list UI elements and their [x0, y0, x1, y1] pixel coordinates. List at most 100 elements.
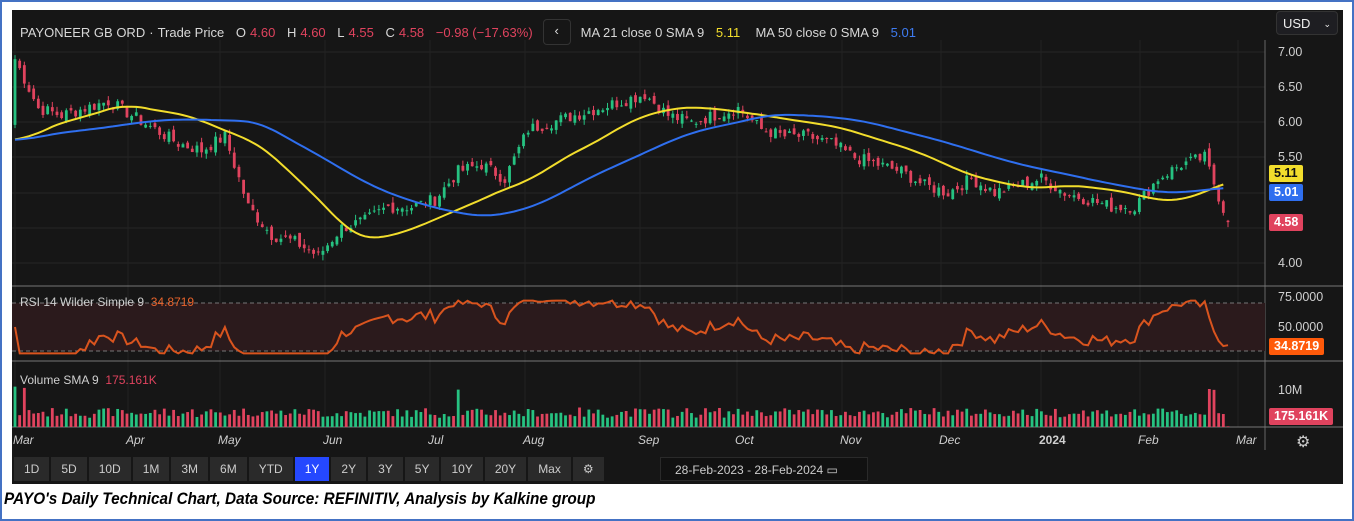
candle	[722, 116, 726, 122]
range-button-5d[interactable]: 5D	[51, 457, 87, 481]
volume-bar	[643, 409, 647, 427]
volume-bar	[344, 411, 348, 427]
range-button-20y[interactable]: 20Y	[484, 457, 527, 481]
volume-bar	[1011, 410, 1015, 427]
range-button-5y[interactable]: 5Y	[404, 457, 440, 481]
volume-bar	[774, 411, 777, 427]
candle	[475, 166, 479, 168]
range-button-1y[interactable]: 1Y	[294, 457, 330, 481]
candle	[596, 110, 600, 116]
volume-bar	[993, 414, 997, 427]
candle	[792, 128, 796, 135]
range-button-3y[interactable]: 3Y	[368, 457, 403, 481]
range-button-3m[interactable]: 3M	[171, 457, 209, 481]
volume-bar	[97, 409, 101, 427]
candle	[284, 235, 287, 237]
volume-bar	[606, 417, 609, 427]
volume-bar	[349, 412, 353, 427]
volume-bar	[1184, 415, 1188, 427]
candle	[1128, 211, 1132, 213]
open-value: 4.60	[250, 24, 276, 40]
volume-bar	[1021, 409, 1025, 427]
volume-bar	[1156, 408, 1160, 427]
candle	[517, 146, 521, 154]
candle	[946, 193, 950, 197]
candle	[531, 123, 535, 132]
collapse-legend-button[interactable]: ‹	[542, 19, 571, 45]
volume-bar	[858, 411, 861, 427]
candle	[844, 146, 847, 151]
ma50-price-tag: 5.01	[1269, 184, 1304, 201]
candle	[223, 131, 227, 144]
range-button-2y[interactable]: 2Y	[331, 457, 367, 481]
volume-bar	[587, 409, 591, 427]
candle	[92, 103, 96, 110]
candle	[1226, 220, 1230, 223]
candle	[1039, 173, 1043, 178]
candle	[769, 129, 773, 137]
volume-bar	[144, 413, 148, 427]
settings-icon[interactable]: ⚙	[1296, 432, 1310, 452]
volume-bar	[223, 415, 227, 427]
candle	[190, 148, 194, 152]
volume-bar	[942, 416, 945, 427]
candle	[120, 100, 124, 104]
candle	[578, 115, 581, 120]
candle	[270, 226, 273, 240]
volume-bar	[27, 410, 31, 427]
candle	[974, 176, 978, 188]
candle	[1058, 189, 1062, 194]
rsi-value-tag: 34.8719	[1269, 338, 1325, 355]
candle	[881, 162, 885, 165]
candle	[582, 115, 586, 120]
volume-bar	[690, 413, 693, 427]
date-range-picker[interactable]: 28-Feb-2023 - 28-Feb-2024 ▭	[660, 457, 868, 481]
volume-bar	[461, 414, 465, 427]
volume-bar	[1072, 413, 1076, 427]
volume-bar	[330, 416, 334, 427]
volume-bar	[200, 414, 204, 427]
volume-bar	[321, 416, 325, 427]
volume-bar	[302, 414, 306, 427]
volume-bar	[564, 415, 567, 427]
candle	[438, 195, 441, 207]
currency-value: USD	[1283, 16, 1311, 31]
volume-bar	[648, 413, 651, 427]
candle	[1161, 177, 1165, 180]
candle	[932, 185, 936, 193]
date-sep: -	[747, 463, 752, 477]
range-button-max[interactable]: Max	[528, 457, 571, 481]
volume-bar	[778, 411, 782, 427]
volume-bar	[246, 414, 250, 427]
volume-bar	[83, 415, 87, 427]
candle	[676, 113, 679, 121]
date-from: 28-Feb-2023	[675, 463, 744, 477]
candle	[652, 95, 656, 104]
range-button-10d[interactable]: 10D	[88, 457, 131, 481]
range-button-6m[interactable]: 6M	[210, 457, 247, 481]
candle	[1137, 198, 1141, 212]
candle	[489, 161, 493, 166]
candle	[648, 98, 651, 100]
volume-bar	[176, 416, 180, 427]
volume-bar	[148, 412, 152, 427]
volume-bar	[540, 413, 544, 427]
currency-select[interactable]: USD ⌄	[1276, 11, 1338, 35]
volume-bar	[64, 408, 68, 427]
range-button-1d[interactable]: 1D	[14, 457, 50, 481]
volume-bar	[951, 415, 955, 427]
candle	[321, 250, 325, 255]
candle	[1212, 164, 1216, 185]
range-button-1m[interactable]: 1M	[132, 457, 170, 481]
volume-bar	[596, 409, 600, 427]
volume-bar	[718, 407, 721, 427]
range-settings-icon[interactable]: ⚙	[572, 457, 604, 481]
range-button-10y[interactable]: 10Y	[441, 457, 483, 481]
candle	[335, 236, 339, 245]
candle	[102, 102, 106, 106]
candle	[419, 200, 423, 202]
volume-bar	[475, 408, 479, 427]
range-button-ytd[interactable]: YTD	[248, 457, 293, 481]
time-tick: Oct	[735, 433, 754, 447]
candle	[242, 179, 246, 194]
